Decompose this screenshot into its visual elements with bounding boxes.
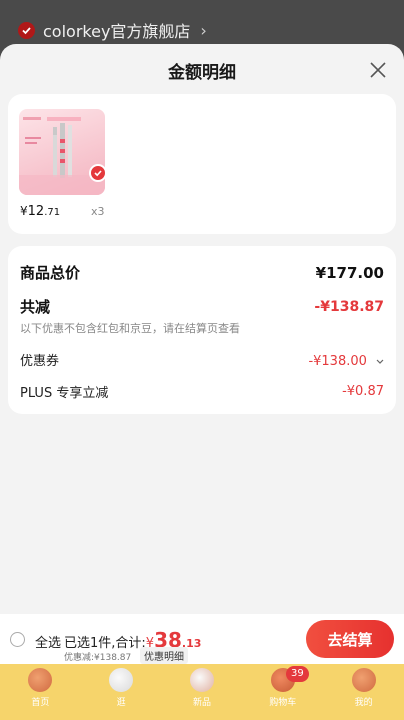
product-quantity: x3 bbox=[91, 205, 105, 218]
checkout-bar: 全选 已选1件,合计:¥38.13 优惠减:¥138.87 优惠明细 去结算 bbox=[0, 614, 404, 664]
plus-label: PLUS 专享立减 bbox=[20, 386, 109, 401]
close-icon[interactable] bbox=[368, 60, 388, 80]
product-price: ¥12.71 bbox=[20, 204, 60, 219]
bottom-tab-bar: 首页 逛 新品 39 购物车 我的 bbox=[0, 664, 404, 720]
coupon-row[interactable]: 优惠券 -¥138.00 bbox=[20, 350, 384, 369]
chevron-down-icon[interactable] bbox=[376, 359, 384, 365]
summary-card: 商品总价 ¥177.00 共减 -¥138.87 以下优惠不包含红包和京豆，请在… bbox=[8, 246, 396, 414]
select-all-radio[interactable] bbox=[10, 632, 25, 647]
coupon-label: 优惠券 bbox=[20, 354, 60, 369]
selected-text: 已选1件,合计: bbox=[64, 636, 146, 651]
tab-new[interactable]: 新品 bbox=[172, 664, 232, 720]
product-price-dec: .71 bbox=[44, 207, 61, 218]
reduce-label: 共减 bbox=[20, 298, 51, 316]
product-price-currency: ¥ bbox=[20, 204, 28, 218]
mine-mascot-icon bbox=[349, 666, 378, 694]
sheet-title: 金额明细 bbox=[168, 63, 236, 83]
chevron-right-icon: › bbox=[200, 20, 207, 40]
store-name[interactable]: colorkey官方旗舰店 bbox=[43, 18, 190, 42]
tab-home[interactable]: 首页 bbox=[10, 664, 70, 720]
total-label: 商品总价 bbox=[20, 264, 81, 282]
tab-label: 我的 bbox=[354, 698, 373, 708]
plus-row: PLUS 专享立减 -¥0.87 bbox=[20, 382, 384, 401]
coupon-value-group[interactable]: -¥138.00 bbox=[308, 350, 384, 369]
discount-note: 以下优惠不包含红包和京豆，请在结算页查看 bbox=[20, 322, 240, 335]
cart-badge: 39 bbox=[286, 666, 309, 682]
tab-label: 新品 bbox=[192, 698, 211, 708]
checkout-button[interactable]: 去结算 bbox=[306, 620, 394, 658]
coupon-value: -¥138.00 bbox=[308, 354, 367, 369]
product-image[interactable] bbox=[19, 109, 105, 195]
discount-detail-link[interactable]: 优惠明细 bbox=[140, 647, 188, 664]
select-all-label[interactable]: 全选 bbox=[35, 632, 61, 651]
browse-mascot-icon bbox=[107, 666, 136, 694]
product-price-int: 12 bbox=[27, 204, 45, 219]
total-row: 商品总价 ¥177.00 bbox=[20, 262, 384, 283]
tab-mine[interactable]: 我的 bbox=[334, 664, 394, 720]
home-mascot-icon bbox=[26, 666, 55, 694]
total-value: ¥177.00 bbox=[315, 263, 384, 282]
tab-label: 购物车 bbox=[269, 698, 297, 708]
reduce-value: -¥138.87 bbox=[314, 298, 384, 315]
amount-detail-sheet: 金额明细 ¥12.71 x3 商品总价 ¥177.00 共减 -¥138.87 … bbox=[0, 44, 404, 720]
new-mascot-icon bbox=[187, 666, 216, 694]
store-check-icon[interactable] bbox=[18, 21, 35, 39]
discount-summary: 优惠减:¥138.87 bbox=[64, 653, 132, 663]
tab-label: 逛 bbox=[116, 698, 126, 708]
product-card: ¥12.71 x3 bbox=[8, 94, 396, 234]
reduce-row: 共减 -¥138.87 bbox=[20, 296, 384, 317]
product-selected-check-icon[interactable] bbox=[89, 164, 107, 182]
tab-label: 首页 bbox=[31, 698, 50, 708]
plus-value: -¥0.87 bbox=[342, 384, 384, 399]
tab-browse[interactable]: 逛 bbox=[91, 664, 151, 720]
tab-cart[interactable]: 39 购物车 bbox=[253, 664, 313, 720]
